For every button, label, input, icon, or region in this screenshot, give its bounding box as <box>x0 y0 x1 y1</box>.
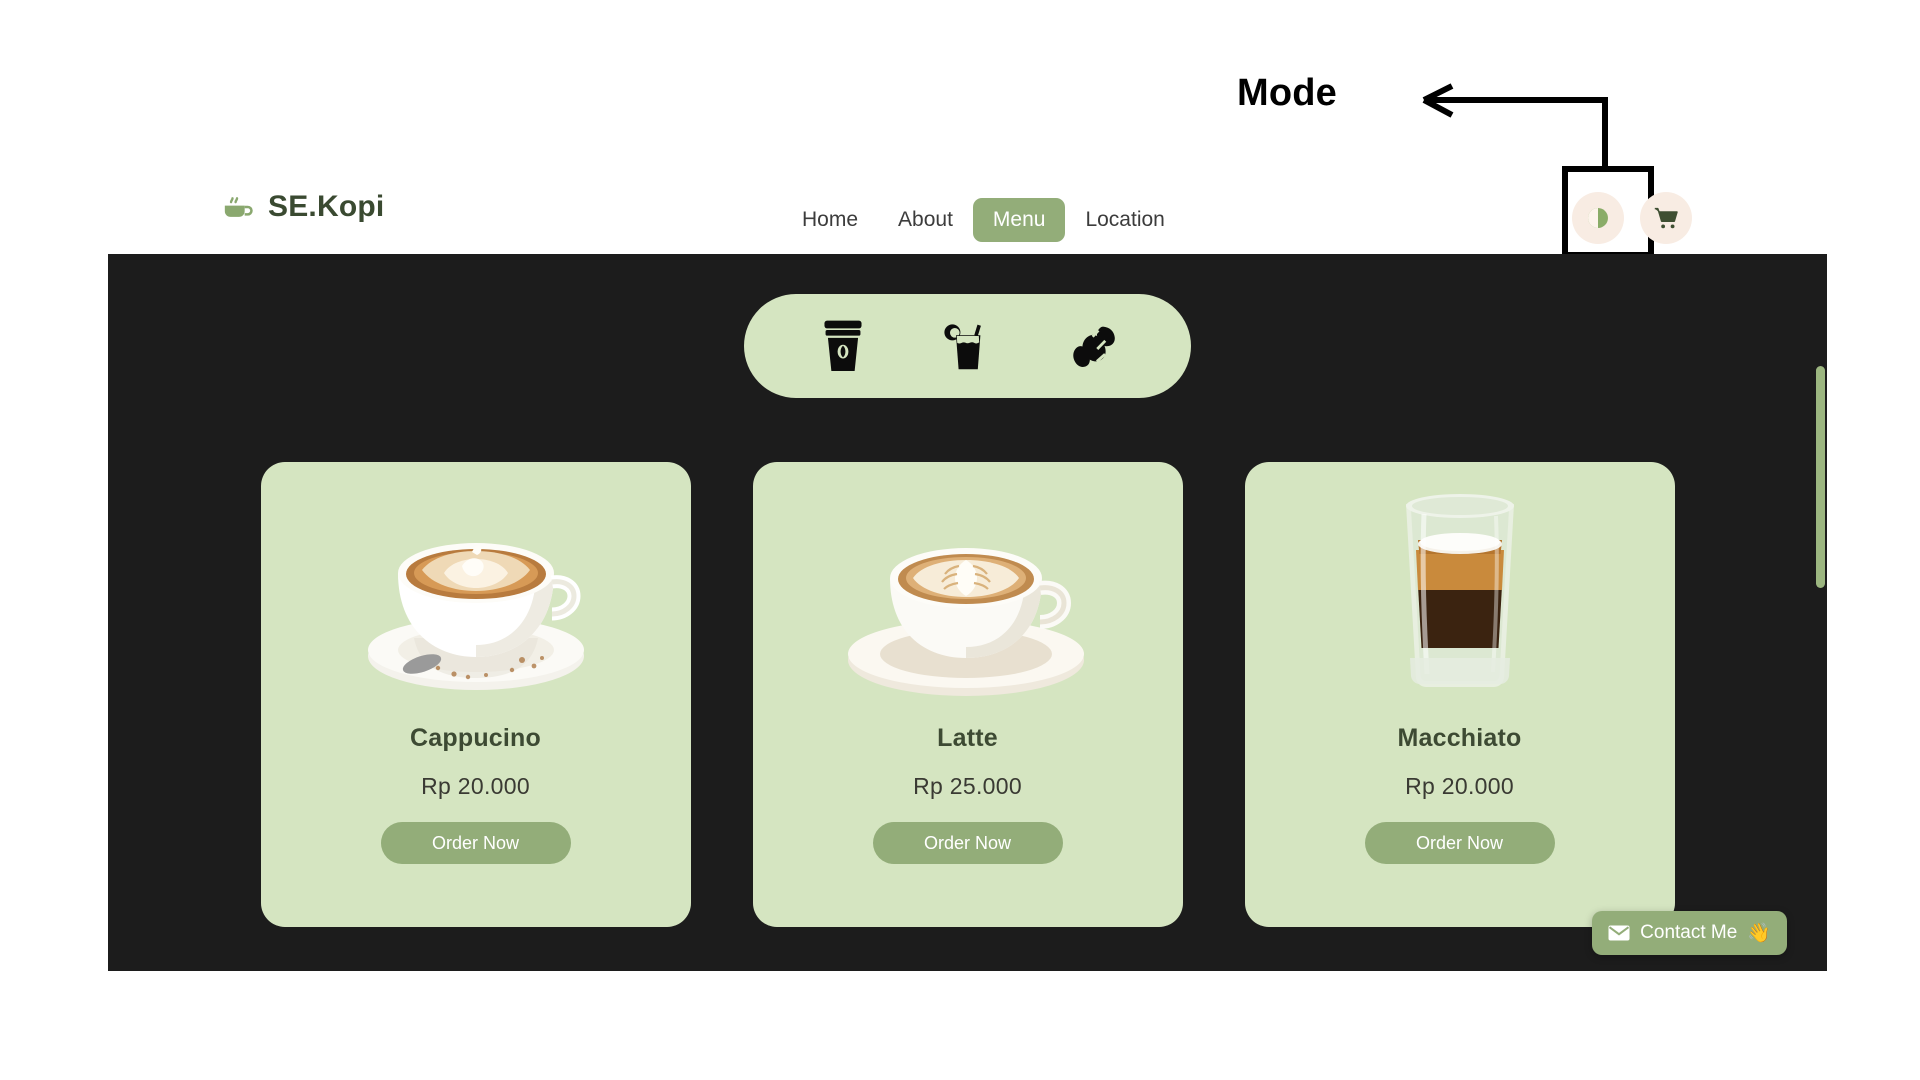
annotation-label: Mode <box>1237 72 1338 114</box>
nav-item-home[interactable]: Home <box>782 198 878 242</box>
waving-hand-icon: 👋 <box>1747 923 1771 944</box>
brand-name: SE.Kopi <box>268 190 385 223</box>
half-circle-contrast-icon <box>1588 208 1608 228</box>
order-now-button[interactable]: Order Now <box>380 822 571 864</box>
theme-mode-toggle[interactable] <box>1572 192 1624 244</box>
contact-me-label: Contact Me <box>1640 922 1738 943</box>
menu-item-name: Latte <box>937 724 998 752</box>
menu-item-price: Rp 20.000 <box>421 773 530 799</box>
latte-cup-photo <box>847 548 1084 696</box>
menu-card[interactable]: Latte Rp 25.000 Order Now <box>752 462 1183 927</box>
nav-item-menu[interactable]: Menu <box>972 198 1066 242</box>
brand-logo[interactable]: SE.Kopi <box>222 190 384 224</box>
panel-scrollbar[interactable] <box>1815 254 1827 971</box>
menu-panel: Cappucino Rp 20.000 Order Now Latte Rp 2… <box>108 254 1827 971</box>
envelope-icon <box>1608 925 1630 941</box>
category-selector <box>744 294 1191 398</box>
menu-item-name: Macchiato <box>1397 724 1522 752</box>
main-nav: Home About Menu Location <box>782 198 1185 242</box>
menu-item-price: Rp 20.000 <box>1405 773 1514 799</box>
croissant-icon[interactable] <box>1067 318 1119 374</box>
macchiato-glass-photo <box>1405 494 1514 688</box>
contact-me-button[interactable]: Contact Me 👋 <box>1592 911 1787 955</box>
menu-card[interactable]: Cappucino Rp 20.000 Order Now <box>260 462 691 927</box>
cappuccino-cup-photo <box>367 543 584 690</box>
menu-card-grid: Cappucino Rp 20.000 Order Now Latte Rp 2… <box>108 462 1827 927</box>
order-now-button[interactable]: Order Now <box>1364 822 1555 864</box>
menu-item-name: Cappucino <box>410 724 541 752</box>
header-actions <box>1572 192 1692 244</box>
menu-item-price: Rp 25.000 <box>913 773 1022 799</box>
shopping-cart-icon <box>1654 207 1678 228</box>
coffee-cup-icon <box>224 197 253 217</box>
nav-item-location[interactable]: Location <box>1065 198 1184 242</box>
menu-card[interactable]: Macchiato Rp 20.000 Order Now <box>1244 462 1675 927</box>
takeaway-coffee-cup-icon[interactable] <box>817 318 869 374</box>
scrollbar-thumb[interactable] <box>1816 366 1825 588</box>
iced-drink-glass-icon[interactable] <box>942 318 994 374</box>
page-root: Mode SE.Kopi Home About Menu Location Ca… <box>0 0 1920 1080</box>
cart-button[interactable] <box>1640 192 1692 244</box>
nav-item-about[interactable]: About <box>878 198 973 242</box>
order-now-button[interactable]: Order Now <box>872 822 1063 864</box>
